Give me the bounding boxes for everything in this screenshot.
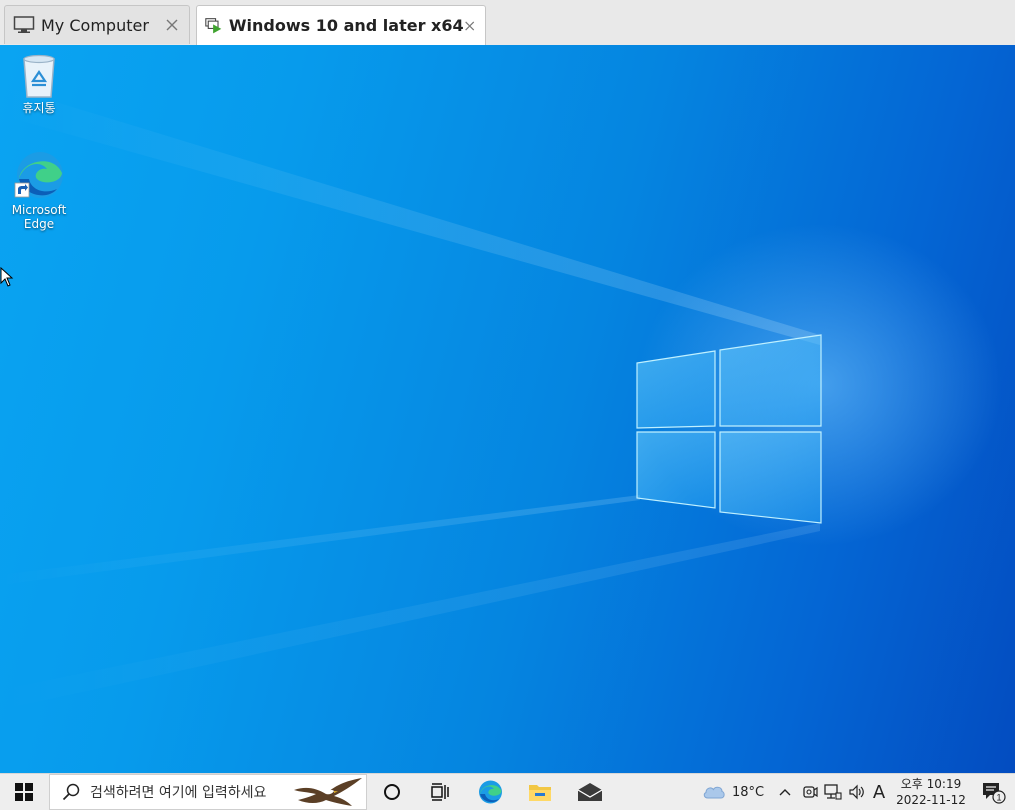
recycle-bin-icon [23, 54, 55, 98]
weather-temperature: 18°C [731, 784, 765, 800]
windows-logo-icon [15, 783, 33, 801]
taskbar-clock[interactable]: 오후 10:19 2022-11-12 [893, 774, 969, 810]
task-view-icon [431, 783, 449, 801]
taskbar-file-explorer-button[interactable] [520, 774, 560, 810]
show-hidden-icons-button[interactable] [776, 774, 794, 810]
close-icon[interactable] [464, 19, 475, 33]
tab-label: My Computer [41, 15, 149, 35]
chevron-up-icon [779, 789, 791, 796]
taskbar-mail-button[interactable] [568, 774, 612, 810]
cortana-button[interactable] [372, 774, 412, 810]
cloud-icon [703, 786, 725, 799]
cortana-circle-icon [384, 784, 400, 800]
mail-icon [577, 783, 603, 801]
mouse-cursor-icon [0, 267, 14, 287]
taskbar-search-box[interactable]: 검색하려면 여기에 입력하세요 [49, 774, 367, 810]
vm-running-icon [205, 17, 222, 33]
folder-icon [529, 785, 551, 801]
wallpaper-windows-logo [0, 85, 822, 710]
edge-shortcut[interactable]: Microsoft Edge [3, 149, 75, 231]
network-icon [824, 784, 842, 800]
input-method-indicator[interactable]: A [868, 774, 890, 810]
recycle-bin-label: 휴지통 [22, 101, 56, 115]
tab-my-computer[interactable]: My Computer [4, 5, 190, 44]
ime-label: A [872, 781, 886, 803]
edge-icon [479, 780, 502, 804]
taskbar: 검색하려면 여기에 입력하세요 18°C A 오후 10:19 2022-11-… [0, 773, 1015, 810]
start-button[interactable] [0, 774, 48, 810]
meet-now-icon [803, 786, 818, 798]
action-center-button[interactable]: 1 [978, 774, 1008, 810]
edge-label-line1: Microsoft [11, 203, 67, 217]
task-view-button[interactable] [420, 774, 460, 810]
tray-volume-button[interactable] [846, 774, 868, 810]
notification-icon: 1 [983, 783, 1006, 804]
tray-meet-now-button[interactable] [800, 774, 820, 810]
recycle-bin-shortcut[interactable]: 휴지통 [3, 53, 75, 115]
close-icon[interactable] [165, 18, 179, 32]
tray-network-button[interactable] [822, 774, 844, 810]
tab-label: Windows 10 and later x64 [228, 16, 464, 35]
search-placeholder: 검색하려면 여기에 입력하세요 [90, 785, 267, 801]
search-icon [62, 783, 80, 801]
speaker-icon [849, 784, 864, 800]
weather-widget[interactable]: 18°C [698, 774, 768, 810]
taskbar-edge-button[interactable] [470, 774, 510, 810]
edge-label-line2: Edge [23, 217, 55, 231]
eagle-search-highlight-icon [294, 778, 362, 806]
clock-date: 2022-11-12 [896, 793, 966, 807]
monitor-icon [13, 16, 35, 33]
clock-time: 오후 10:19 [900, 777, 962, 791]
tab-windows-vm[interactable]: Windows 10 and later x64 [196, 5, 486, 45]
edge-icon [14, 152, 63, 198]
notification-count: 1 [996, 793, 1001, 803]
vm-tab-bar: My Computer Windows 10 and later x64 [0, 0, 1015, 46]
desktop[interactable]: 휴지통 Microsoft Edge [0, 45, 1015, 773]
